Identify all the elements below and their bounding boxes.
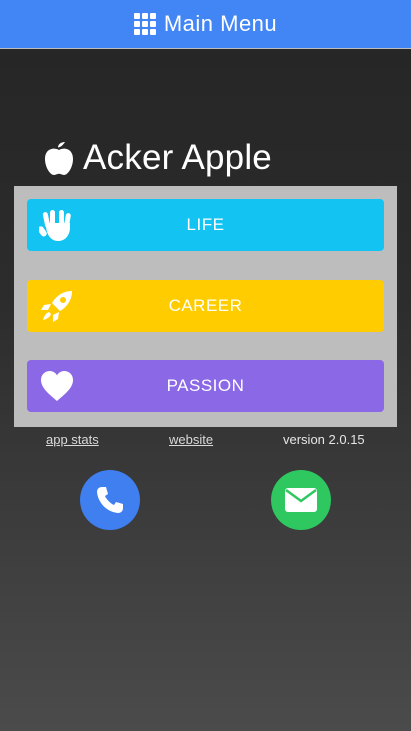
career-label: CAREER xyxy=(168,296,243,315)
heart-icon xyxy=(41,371,73,401)
menu-panel: LIFE CAREER PASSION xyxy=(14,186,397,427)
phone-icon xyxy=(97,487,123,513)
footer-links: app stats website version 2.0.15 xyxy=(0,432,411,452)
life-button[interactable]: LIFE xyxy=(27,199,384,251)
app-stats-link[interactable]: app stats xyxy=(46,432,99,447)
career-button[interactable]: CAREER xyxy=(27,280,384,332)
phone-button[interactable] xyxy=(80,470,140,530)
website-link[interactable]: website xyxy=(169,432,213,447)
passion-label: PASSION xyxy=(166,376,245,395)
passion-button[interactable]: PASSION xyxy=(27,360,384,412)
version-text: version 2.0.15 xyxy=(283,432,365,447)
mail-button[interactable] xyxy=(271,470,331,530)
envelope-icon xyxy=(285,488,317,512)
rocket-icon xyxy=(41,291,72,322)
main-menu-title: Main Menu xyxy=(163,11,278,36)
brand-name: Acker Apple xyxy=(83,138,272,177)
grid-icon xyxy=(133,13,156,35)
brand: Acker Apple xyxy=(43,138,272,178)
life-label: LIFE xyxy=(186,215,225,234)
apple-icon xyxy=(45,142,73,175)
main-menu-bar[interactable]: Main Menu xyxy=(0,0,411,49)
hand-icon xyxy=(39,210,71,241)
